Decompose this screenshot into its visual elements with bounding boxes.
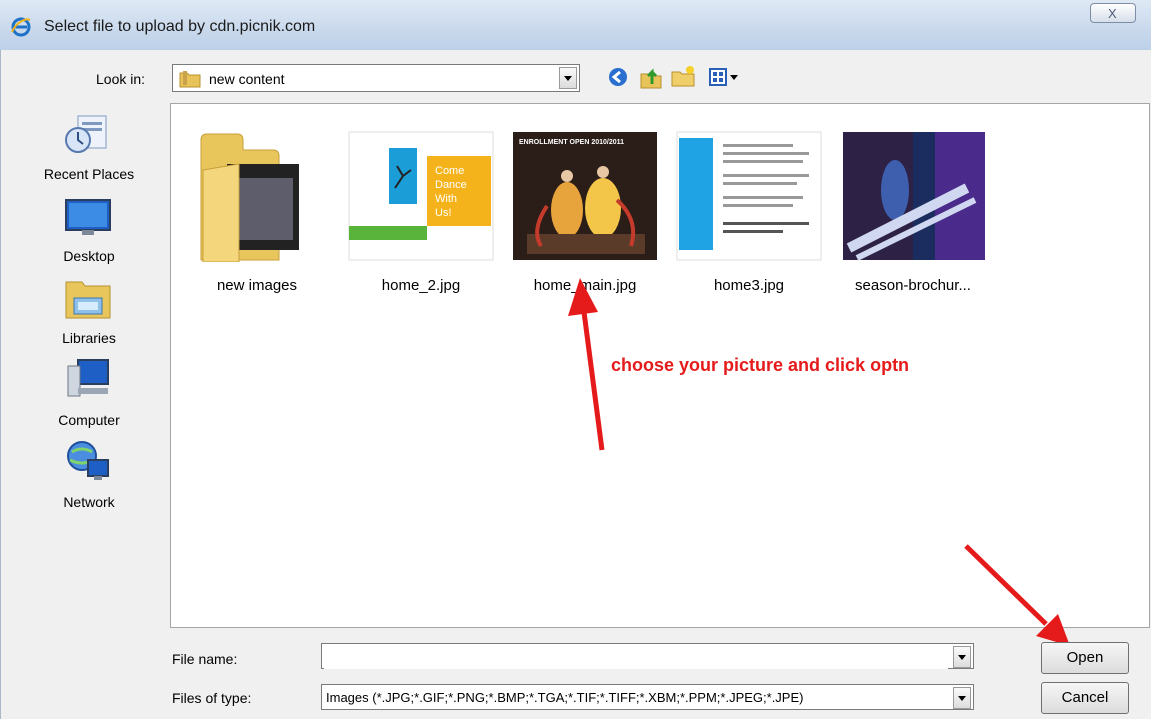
file-type-combo[interactable]: Images (*.JPG;*.GIF;*.PNG;*.BMP;*.TGA;*.…: [321, 684, 974, 710]
file-item-home-main[interactable]: ENROLLMENT OPEN 2010/2011 home_main.jpg: [507, 130, 663, 300]
file-name-input[interactable]: [324, 645, 948, 669]
open-button[interactable]: Open: [1041, 642, 1129, 674]
file-name: home3.jpg: [713, 277, 785, 294]
file-name: home_2.jpg: [381, 277, 461, 294]
chevron-down-icon[interactable]: [559, 67, 577, 89]
close-button[interactable]: X: [1090, 3, 1136, 23]
chevron-down-icon[interactable]: [953, 687, 971, 709]
chevron-down-icon[interactable]: [953, 646, 971, 668]
view-menu-icon[interactable]: [708, 64, 742, 90]
svg-text:Us!: Us!: [435, 207, 452, 219]
image-thumbnail: [835, 130, 991, 262]
svg-text:ENROLLMENT OPEN 2010/2011: ENROLLMENT OPEN 2010/2011: [519, 139, 624, 146]
file-type-value: Images (*.JPG;*.GIF;*.PNG;*.BMP;*.TGA;*.…: [326, 690, 804, 705]
file-type-label: Files of type:: [172, 690, 252, 706]
folder-thumbnail: [179, 130, 335, 263]
computer-icon: [64, 356, 112, 411]
image-thumbnail: ENROLLMENT OPEN 2010/2011: [507, 130, 663, 262]
desktop-icon: [64, 192, 112, 247]
place-label: Recent Places: [43, 166, 135, 182]
look-in-value: new content: [209, 71, 285, 87]
image-thumbnail: [671, 130, 827, 262]
file-name: home_main.jpg: [533, 277, 637, 294]
title-bar: Select file to upload by cdn.picnik.com …: [0, 0, 1151, 50]
svg-text:Dance: Dance: [435, 179, 467, 191]
folder-icon: [179, 70, 201, 93]
place-desktop[interactable]: Desktop: [22, 192, 156, 268]
recent-places-icon: [64, 110, 112, 165]
file-item-new-images[interactable]: new images: [179, 130, 335, 300]
place-label: Libraries: [62, 330, 116, 346]
place-label: Desktop: [63, 248, 115, 264]
svg-text:With: With: [435, 193, 457, 205]
look-in-label: Look in:: [96, 71, 146, 87]
libraries-icon: [64, 274, 112, 329]
image-thumbnail: Come Dance With Us!: [343, 130, 499, 262]
svg-text:Come: Come: [435, 165, 464, 177]
file-item-season-brochure[interactable]: season-brochur...: [835, 130, 991, 300]
place-recent-places[interactable]: Recent Places: [22, 110, 156, 186]
place-label: Computer: [58, 412, 120, 428]
window-title: Select file to upload by cdn.picnik.com: [44, 18, 316, 35]
file-item-home3[interactable]: home3.jpg: [671, 130, 827, 300]
file-name: season-brochur...: [855, 277, 971, 294]
file-name-combo[interactable]: [321, 643, 974, 669]
cancel-button[interactable]: Cancel: [1041, 682, 1129, 714]
place-computer[interactable]: Computer: [22, 356, 156, 432]
up-folder-icon[interactable]: [638, 64, 664, 90]
close-icon: X: [1108, 6, 1117, 21]
file-name-label: File name:: [172, 651, 238, 667]
internet-explorer-icon: [10, 16, 32, 43]
place-libraries[interactable]: Libraries: [22, 274, 156, 350]
back-icon[interactable]: [606, 64, 630, 90]
network-icon: [64, 438, 112, 493]
annotation-text: choose your picture and click optn: [611, 355, 910, 375]
look-in-combo[interactable]: new content: [172, 64, 580, 92]
place-label: Network: [63, 494, 115, 510]
file-name: new images: [216, 277, 298, 294]
new-folder-icon[interactable]: [670, 64, 696, 90]
place-network[interactable]: Network: [22, 438, 156, 514]
file-item-home-2[interactable]: Come Dance With Us! home_2.jpg: [343, 130, 499, 300]
